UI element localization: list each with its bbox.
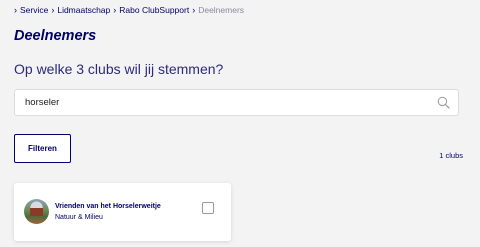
barn-image: [30, 208, 43, 216]
club-select-checkbox[interactable]: [202, 202, 214, 214]
search-icon[interactable]: [437, 96, 450, 109]
chevron-right-icon: ›: [51, 5, 55, 15]
breadcrumb-link-service[interactable]: Service: [20, 5, 48, 15]
page-question: Op welke 3 clubs wil jij stemmen?: [14, 61, 224, 77]
chevron-right-icon: ›: [14, 5, 17, 15]
filter-button[interactable]: Filteren: [14, 134, 71, 163]
breadcrumb-link-clubsupport[interactable]: Rabo ClubSupport: [119, 5, 189, 15]
chevron-right-icon: ›: [192, 5, 196, 15]
breadcrumb-link-lidmaatschap[interactable]: Lidmaatschap: [57, 5, 110, 15]
breadcrumb-current: Deelnemers: [198, 5, 245, 15]
chevron-right-icon: ›: [113, 5, 117, 15]
search-input[interactable]: [25, 90, 425, 115]
club-card[interactable]: Vrienden van het Horselerweitje Natuur &…: [14, 183, 231, 241]
breadcrumb: › Service › Lidmaatschap › Rabo ClubSupp…: [14, 5, 244, 15]
page-title: Deelnemers: [14, 28, 97, 44]
search-box: [14, 89, 459, 116]
results-count: 1 clubs: [439, 151, 463, 160]
club-avatar: [24, 199, 49, 224]
club-name[interactable]: Vrienden van het Horselerweitje: [55, 203, 161, 210]
club-category: Natuur & Milieu: [55, 214, 103, 221]
